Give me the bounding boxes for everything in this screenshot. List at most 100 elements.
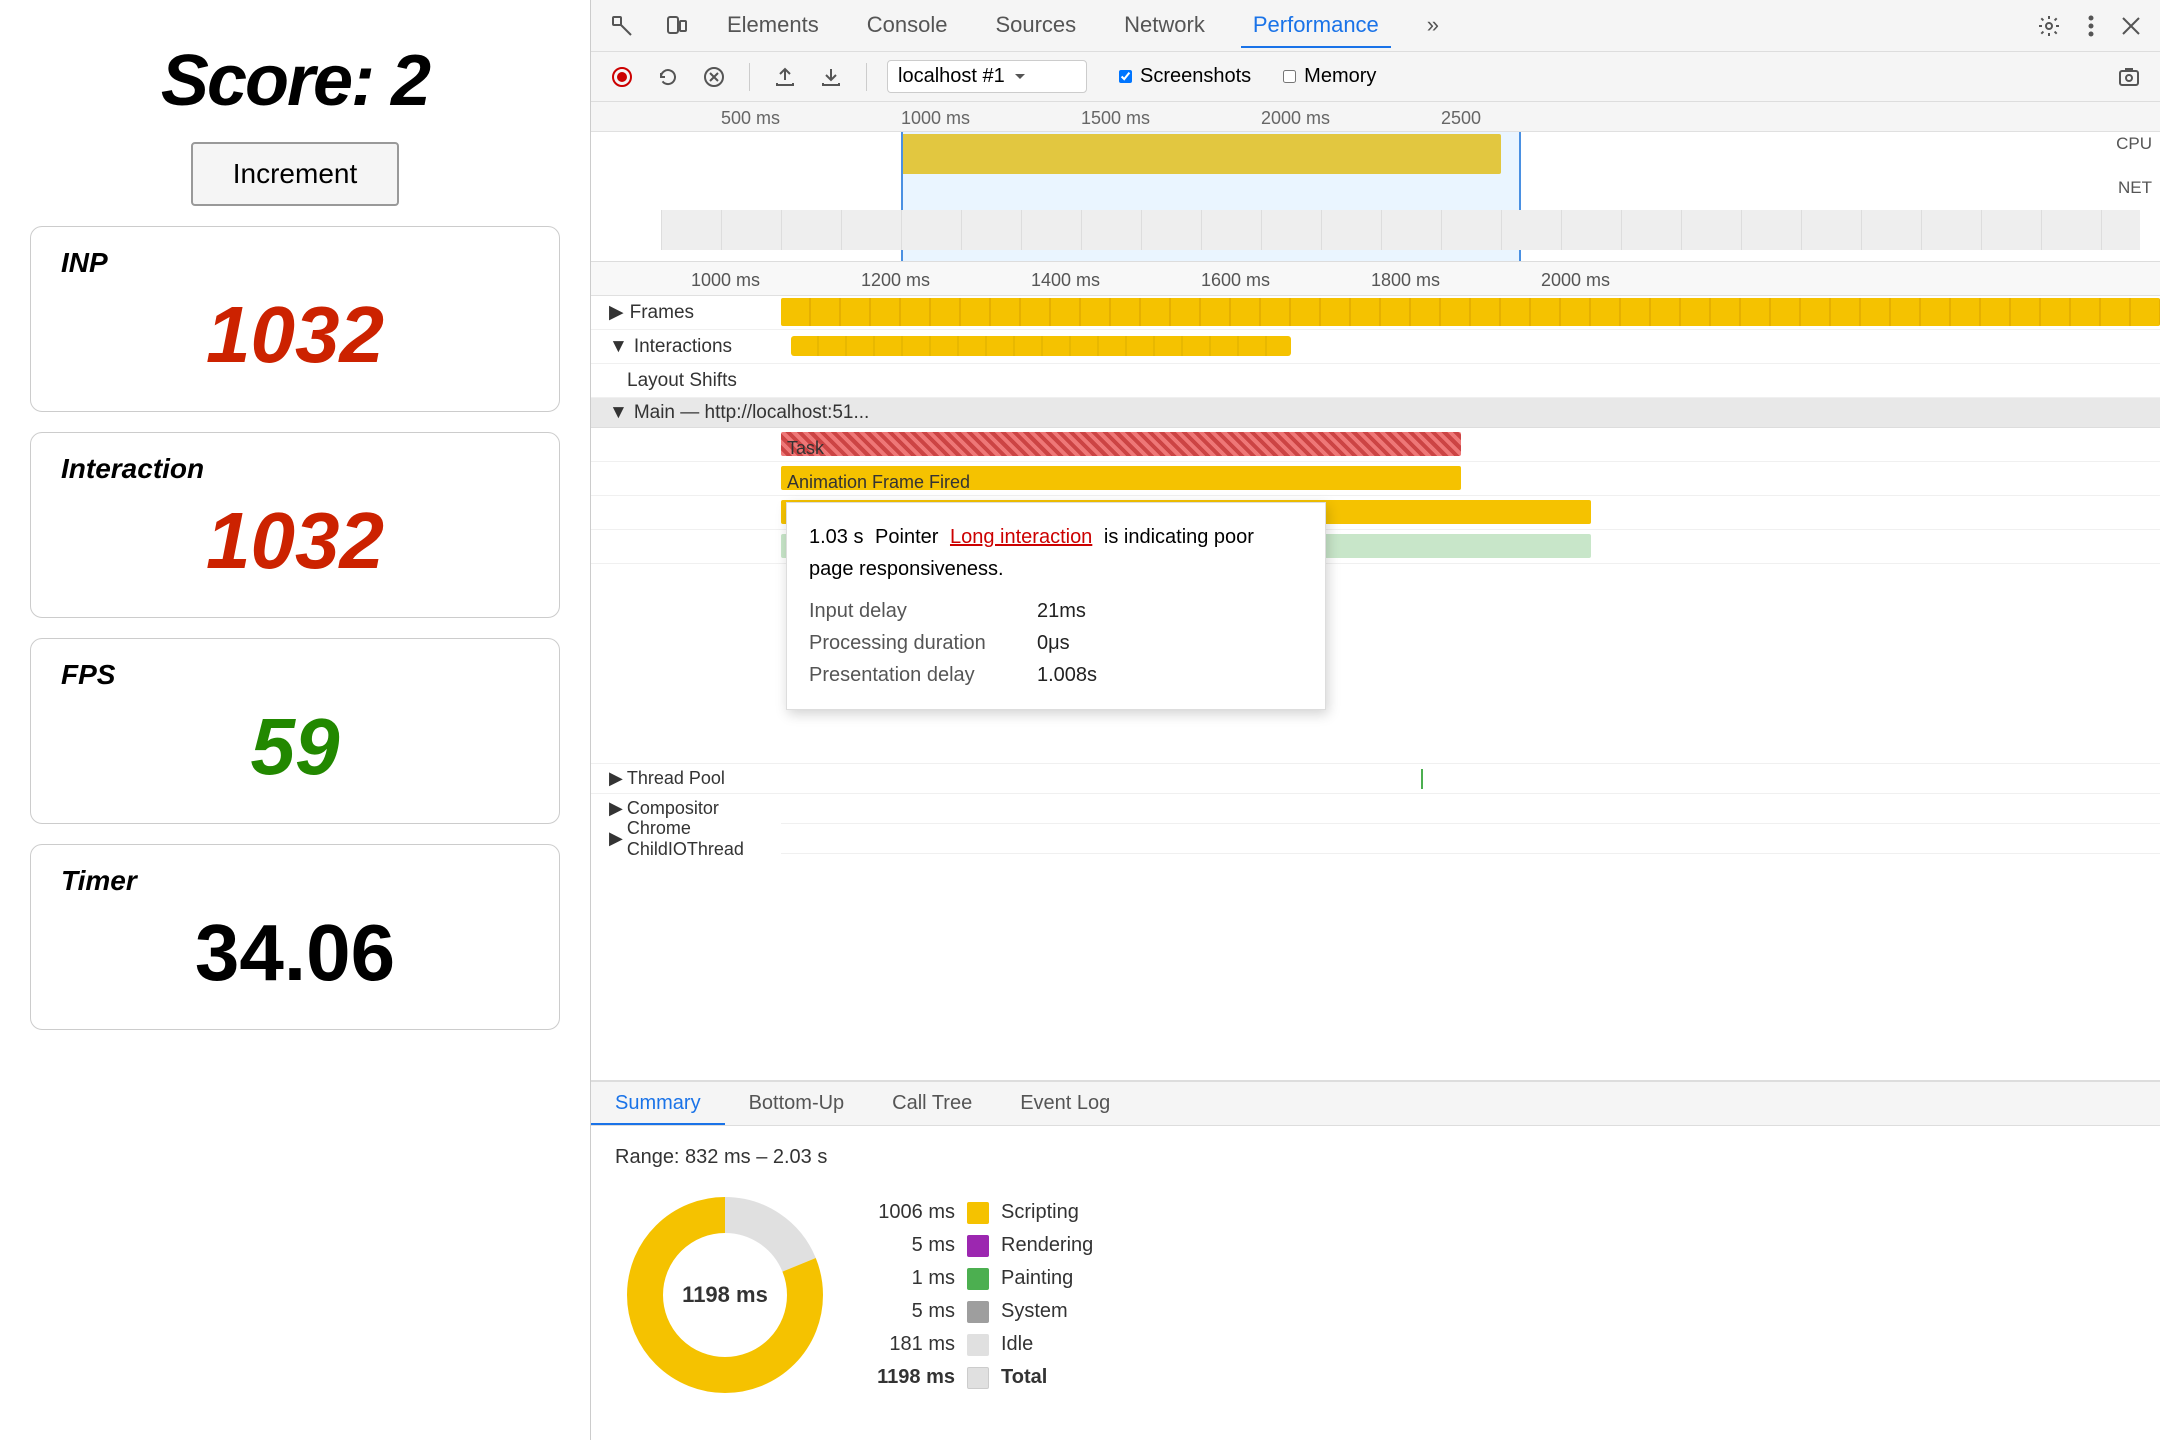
tooltip-input-key: Input delay	[809, 595, 1029, 627]
frames-toggle: ▶	[609, 301, 624, 324]
fps-label: FPS	[61, 659, 529, 691]
animation-row[interactable]: Animation Frame Fired	[591, 462, 2160, 496]
frames-content	[781, 296, 2160, 329]
tab-elements[interactable]: Elements	[715, 4, 831, 48]
capture-settings-icon[interactable]	[2114, 62, 2144, 92]
interactions-track[interactable]: ▼ Interactions	[591, 330, 2160, 364]
tab-more[interactable]: »	[1415, 4, 1451, 48]
layout-shifts-track[interactable]: Layout Shifts	[591, 364, 2160, 398]
legend-total: 1198 ms Total	[875, 1366, 1093, 1389]
tab-sources[interactable]: Sources	[983, 4, 1088, 48]
tab-call-tree[interactable]: Call Tree	[868, 1084, 996, 1125]
legend-scripting-label: Scripting	[1001, 1201, 1079, 1224]
device-icon[interactable]	[661, 11, 691, 41]
interaction-tooltip: 1.03 s Pointer Long interaction is indic…	[786, 502, 1326, 710]
tab-bottom-up[interactable]: Bottom-Up	[725, 1084, 869, 1125]
bottom-tabs: Summary Bottom-Up Call Tree Event Log	[591, 1082, 2160, 1126]
inspect-icon[interactable]	[607, 11, 637, 41]
interactions-label: ▼ Interactions	[591, 336, 781, 358]
chrome-child-content	[781, 824, 2160, 853]
tick-500ms: 500 ms	[721, 108, 780, 129]
legend-system-label: System	[1001, 1300, 1068, 1323]
legend-idle-time: 181 ms	[875, 1333, 955, 1356]
legend-idle-color	[967, 1334, 989, 1356]
fc-tick-2000ms: 2000 ms	[1541, 270, 1610, 291]
legend-rendering-time: 5 ms	[875, 1234, 955, 1257]
tooltip-header: 1.03 s Pointer Long interaction is indic…	[809, 521, 1303, 585]
compositor-content	[781, 794, 2160, 823]
legend-painting-label: Painting	[1001, 1267, 1073, 1290]
interactions-toggle: ▼	[609, 336, 628, 358]
screenshots-checkbox[interactable]	[1119, 70, 1132, 83]
legend-total-label: Total	[1001, 1366, 1047, 1389]
tooltip-processing-val: 0μs	[1037, 627, 1070, 659]
upload-button[interactable]	[770, 62, 800, 92]
chrome-child-row[interactable]: ▶ Chrome ChildIOThread	[591, 824, 2160, 854]
interaction-value: 1032	[61, 495, 529, 587]
main-header-text: Main — http://localhost:51...	[634, 402, 870, 424]
chrome-child-label: ▶ Chrome ChildIOThread	[591, 818, 781, 860]
donut-chart: 1198 ms	[615, 1185, 835, 1405]
reload-record-button[interactable]	[653, 62, 683, 92]
main-header[interactable]: ▼ Main — http://localhost:51...	[591, 398, 2160, 428]
memory-checkbox-row: Memory	[1283, 65, 1376, 88]
tooltip-presentation-val: 1.008s	[1037, 659, 1097, 691]
devtools-icon-group	[2034, 11, 2144, 41]
range-text: Range: 832 ms – 2.03 s	[615, 1146, 2136, 1169]
frames-track[interactable]: ▶ Frames	[591, 296, 2160, 330]
task-bar: Task	[781, 432, 1461, 456]
inp-value: 1032	[61, 289, 529, 381]
devtools-panel: Elements Console Sources Network Perform…	[590, 0, 2160, 1440]
tooltip-link[interactable]: Long interaction	[950, 526, 1092, 548]
interaction-label: Interaction	[61, 453, 529, 485]
legend-idle: 181 ms Idle	[875, 1333, 1093, 1356]
score-display: Score: 2	[161, 40, 429, 122]
tab-console[interactable]: Console	[855, 4, 960, 48]
compositor-label: ▶ Compositor	[591, 798, 781, 819]
toolbar-separator	[749, 63, 750, 91]
animation-content: Animation Frame Fired	[781, 462, 2160, 495]
tab-network[interactable]: Network	[1112, 4, 1217, 48]
memory-checkbox[interactable]	[1283, 70, 1296, 83]
download-button[interactable]	[816, 62, 846, 92]
animation-bar: Animation Frame Fired	[781, 466, 1461, 490]
net-label: NET	[2118, 178, 2152, 198]
overview-timeline[interactable]: 500 ms 1000 ms 1500 ms 2000 ms 2500 CPU …	[591, 102, 2160, 262]
close-icon[interactable]	[2118, 13, 2144, 39]
increment-button[interactable]: Increment	[191, 142, 400, 206]
url-selector[interactable]: localhost #1	[887, 60, 1087, 93]
donut-center-label: 1198 ms	[682, 1282, 768, 1308]
tab-summary[interactable]: Summary	[591, 1084, 725, 1125]
summary-chart-area: 1198 ms 1006 ms Scripting 5 ms Rendering	[615, 1185, 2136, 1405]
legend-total-time: 1198 ms	[875, 1366, 955, 1389]
fps-card: FPS 59	[30, 638, 560, 824]
screenshots-label: Screenshots	[1140, 65, 1251, 88]
clear-button[interactable]	[699, 62, 729, 92]
more-icon[interactable]	[2084, 11, 2098, 41]
task-row[interactable]: Task	[591, 428, 2160, 462]
legend-rendering: 5 ms Rendering	[875, 1234, 1093, 1257]
legend-scripting-color	[967, 1202, 989, 1224]
layout-shifts-label: Layout Shifts	[591, 370, 781, 392]
settings-icon[interactable]	[2034, 11, 2064, 41]
left-panel: Score: 2 Increment INP 1032 Interaction …	[0, 0, 590, 1440]
legend-rendering-label: Rendering	[1001, 1234, 1093, 1257]
tab-performance[interactable]: Performance	[1241, 4, 1391, 48]
thread-pool-row[interactable]: ▶ Thread Pool	[591, 764, 2160, 794]
interactions-content	[781, 330, 2160, 363]
legend-scripting-time: 1006 ms	[875, 1201, 955, 1224]
compositor-row[interactable]: ▶ Compositor	[591, 794, 2160, 824]
animation-bar-label: Animation Frame Fired	[781, 472, 970, 493]
inp-card: INP 1032	[30, 226, 560, 412]
legend-rendering-color	[967, 1235, 989, 1257]
cpu-bar	[901, 134, 1501, 174]
legend-area: 1006 ms Scripting 5 ms Rendering 1 ms Pa…	[875, 1201, 1093, 1389]
fc-tick-1400ms: 1400 ms	[1031, 270, 1100, 291]
tooltip-processing-key: Processing duration	[809, 627, 1029, 659]
timer-card: Timer 34.06	[30, 844, 560, 1030]
legend-system-color	[967, 1301, 989, 1323]
record-button[interactable]	[607, 62, 637, 92]
memory-label: Memory	[1304, 65, 1376, 88]
tab-event-log[interactable]: Event Log	[996, 1084, 1134, 1125]
flamechart-scroll-area[interactable]: 1000 ms 1200 ms 1400 ms 1600 ms 1800 ms …	[591, 262, 2160, 1080]
